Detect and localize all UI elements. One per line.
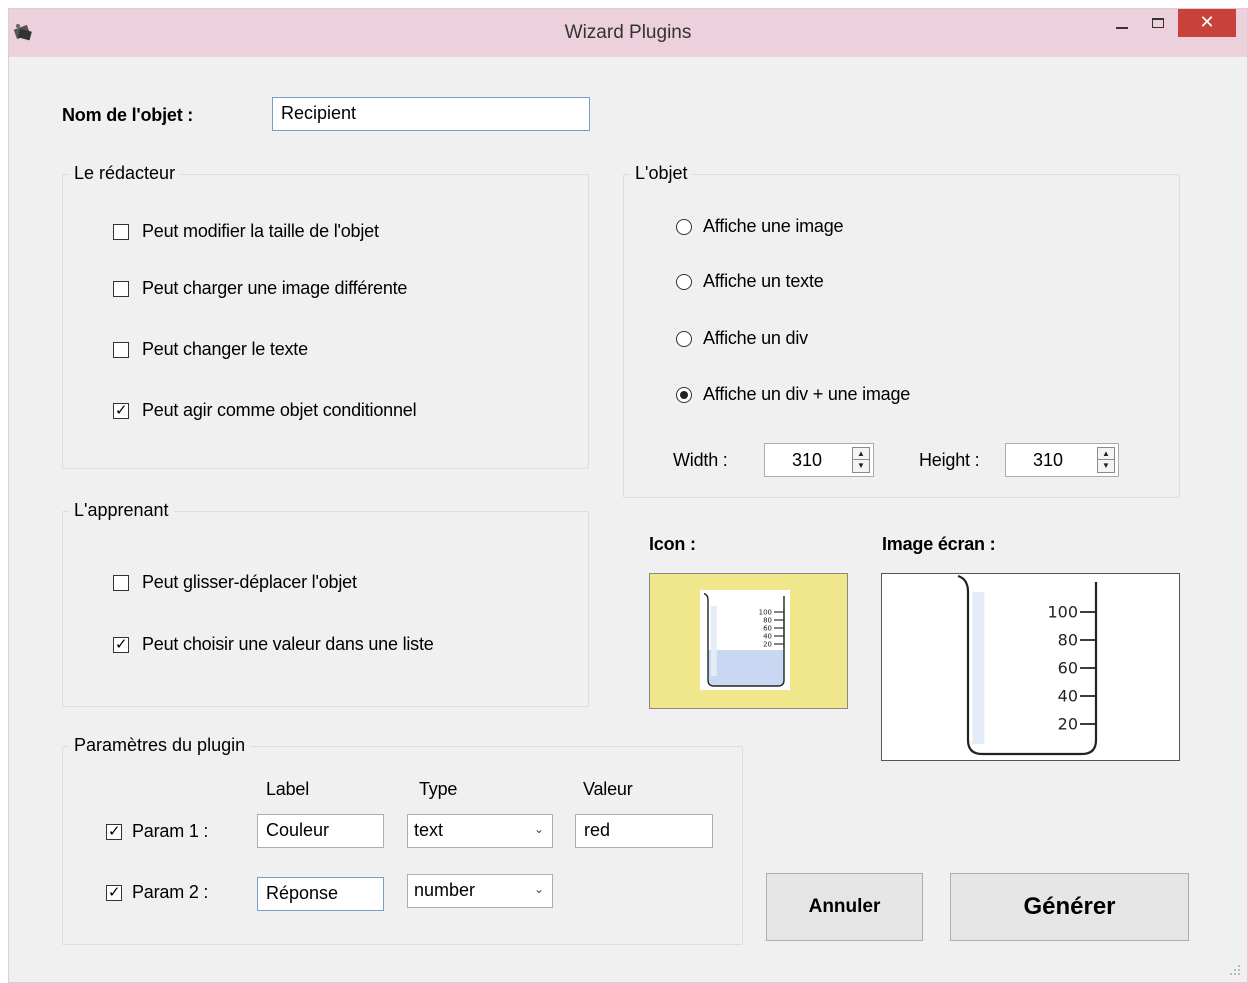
beaker-highlight <box>972 592 985 744</box>
image-label: Image écran : <box>882 534 996 554</box>
check-mark-icon: ✓ <box>108 823 121 840</box>
minimize-icon <box>1116 27 1128 29</box>
beaker-image: 100 80 60 40 20 <box>957 574 1098 756</box>
radio-show-image[interactable] <box>676 219 692 235</box>
redacteur-group: Le rédacteur <box>62 163 589 469</box>
beaker-highlight <box>710 606 717 676</box>
beaker-tick-label: 80 <box>763 616 772 624</box>
spin-up-icon[interactable]: ▲ <box>853 448 869 460</box>
param2-name: Param 2 : <box>132 882 209 902</box>
radio-show-div-image[interactable] <box>676 387 692 403</box>
beaker-tick-label: 100 <box>1047 603 1078 622</box>
radio-show-div[interactable] <box>676 331 692 347</box>
checkbox-resize[interactable] <box>113 224 129 240</box>
spin-up-icon[interactable]: ▲ <box>1098 448 1114 460</box>
checkbox-choose-value[interactable]: ✓ <box>113 636 129 653</box>
window-title: Wizard Plugins <box>564 22 692 43</box>
radio-show-div-label[interactable]: Affiche un div <box>703 328 808 349</box>
width-spinner[interactable]: 310 ▲ ▼ <box>764 443 874 477</box>
radio-show-text-label[interactable]: Affiche un texte <box>703 271 824 292</box>
param1-checkbox[interactable]: ✓ <box>106 823 122 840</box>
object-name-input[interactable]: Recipient <box>272 97 590 131</box>
height-label: Height : <box>919 450 980 470</box>
beaker-tick-label: 20 <box>1058 715 1078 734</box>
params-col-value: Valeur <box>583 779 633 799</box>
minimize-button[interactable] <box>1105 13 1139 43</box>
check-mark-icon: ✓ <box>115 636 128 653</box>
param1-name: Param 1 : <box>132 821 209 841</box>
checkbox-change-image[interactable] <box>113 281 129 297</box>
checkbox-conditional[interactable]: ✓ <box>113 402 129 419</box>
checkbox-change-text-label[interactable]: Peut changer le texte <box>142 339 308 360</box>
radio-show-text[interactable] <box>676 274 692 290</box>
generate-button[interactable]: Générer <box>950 873 1189 941</box>
close-button[interactable]: ✕ <box>1178 9 1236 37</box>
param1-type-value: text <box>414 820 444 840</box>
beaker-tick-label: 100 <box>759 608 772 616</box>
chevron-down-icon: ⌄ <box>533 882 544 896</box>
title-bar[interactable]: Wizard Plugins ✕ <box>9 9 1247 57</box>
icon-label: Icon : <box>649 534 696 554</box>
checkbox-drag-drop[interactable] <box>113 575 129 591</box>
height-spinner-buttons[interactable]: ▲ ▼ <box>1097 447 1115 473</box>
radio-show-div-image-label[interactable]: Affiche un div + une image <box>703 384 910 405</box>
params-col-label: Label <box>266 779 310 799</box>
param1-type-select[interactable]: text ⌄ <box>407 814 553 848</box>
maximize-icon <box>1152 18 1164 28</box>
param1-value-input[interactable]: red <box>575 814 713 848</box>
beaker-tick-label: 60 <box>1058 659 1078 678</box>
height-spinner[interactable]: 310 ▲ ▼ <box>1005 443 1119 477</box>
radio-show-image-label[interactable]: Affiche une image <box>703 216 844 237</box>
screen-image-preview[interactable]: 100 80 60 40 20 <box>881 573 1180 761</box>
checkbox-drag-drop-label[interactable]: Peut glisser-déplacer l'objet <box>142 572 357 593</box>
param2-checkbox[interactable]: ✓ <box>106 884 122 901</box>
maximize-button[interactable] <box>1141 9 1175 39</box>
params-group-title: Paramètres du plugin <box>69 735 251 756</box>
width-spinner-buttons[interactable]: ▲ ▼ <box>852 447 870 473</box>
apprenant-group: L'apprenant <box>62 500 589 707</box>
param2-label-input[interactable]: Réponse <box>257 877 384 911</box>
width-value[interactable]: 310 <box>765 450 849 471</box>
beaker-tick-label: 80 <box>1058 631 1078 650</box>
checkbox-resize-label[interactable]: Peut modifier la taille de l'objet <box>142 221 379 242</box>
object-name-label: Nom de l'objet : <box>62 105 194 125</box>
check-mark-icon: ✓ <box>115 402 128 419</box>
close-icon: ✕ <box>1199 12 1215 32</box>
radio-selected-dot <box>680 391 688 399</box>
params-col-type: Type <box>419 779 458 799</box>
chevron-down-icon: ⌄ <box>533 822 544 836</box>
beaker-tick-label: 40 <box>763 632 772 640</box>
beaker-liquid <box>708 650 784 686</box>
redacteur-group-title: Le rédacteur <box>69 163 181 184</box>
width-label: Width : <box>673 450 728 470</box>
checkbox-change-text[interactable] <box>113 342 129 358</box>
resize-grip-icon[interactable] <box>1229 964 1241 976</box>
cancel-button[interactable]: Annuler <box>766 873 923 941</box>
param2-type-value: number <box>414 880 476 900</box>
beaker-tick-label: 20 <box>763 640 772 648</box>
apprenant-group-title: L'apprenant <box>69 500 174 521</box>
wizard-window: Wizard Plugins ✕ Nom de l'objet : Recipi… <box>8 8 1248 983</box>
beaker-tick-label: 60 <box>763 624 772 632</box>
param2-type-select[interactable]: number ⌄ <box>407 874 553 908</box>
checkbox-change-image-label[interactable]: Peut charger une image différente <box>142 278 407 299</box>
param1-label-input[interactable]: Couleur <box>257 814 384 848</box>
spin-down-icon[interactable]: ▼ <box>1098 460 1114 472</box>
objet-group-title: L'objet <box>630 163 693 184</box>
beaker-icon: 10080604020 <box>700 590 790 690</box>
beaker-tick-label: 40 <box>1058 687 1078 706</box>
checkbox-conditional-label[interactable]: Peut agir comme objet conditionnel <box>142 400 417 421</box>
height-value[interactable]: 310 <box>1006 450 1090 471</box>
checkbox-choose-value-label[interactable]: Peut choisir une valeur dans une liste <box>142 634 434 655</box>
icon-preview[interactable]: 100 80 60 40 20 <box>649 573 848 709</box>
spin-down-icon[interactable]: ▼ <box>853 460 869 472</box>
check-mark-icon: ✓ <box>108 884 121 901</box>
